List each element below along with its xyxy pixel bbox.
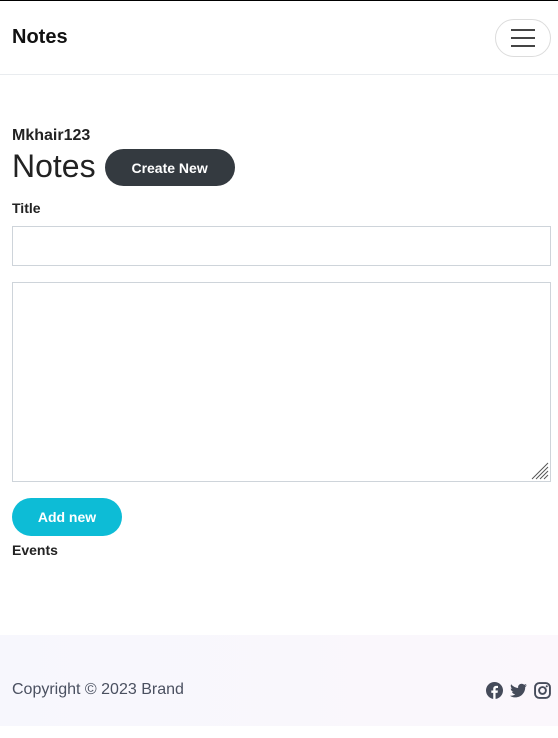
title-label: Title — [12, 200, 41, 216]
title-input[interactable] — [12, 226, 551, 266]
username: Mkhair123 — [12, 127, 91, 144]
instagram-icon[interactable] — [534, 682, 551, 699]
copyright-text: Copyright © 2023 Brand — [12, 680, 184, 698]
facebook-icon[interactable] — [486, 682, 503, 699]
navbar-brand[interactable]: Notes — [12, 26, 68, 49]
heading-row: Notes Create New — [12, 147, 551, 186]
add-new-button[interactable]: Add new — [12, 498, 122, 536]
twitter-icon[interactable] — [510, 682, 527, 699]
main-content: Mkhair123 Notes Create New Title Add new… — [0, 127, 558, 558]
navbar-toggle-button[interactable] — [495, 18, 551, 57]
navbar: Notes — [0, 1, 558, 75]
events-label: Events — [12, 542, 58, 558]
resize-grip-icon[interactable] — [531, 462, 549, 480]
create-new-button[interactable]: Create New — [104, 149, 235, 186]
page-title: Notes — [12, 148, 96, 184]
hamburger-menu-icon — [511, 28, 535, 31]
note-body-wrapper — [12, 282, 551, 482]
footer: Copyright © 2023 Brand — [0, 635, 558, 726]
social-links — [486, 682, 551, 699]
note-body-textarea[interactable] — [12, 282, 551, 482]
